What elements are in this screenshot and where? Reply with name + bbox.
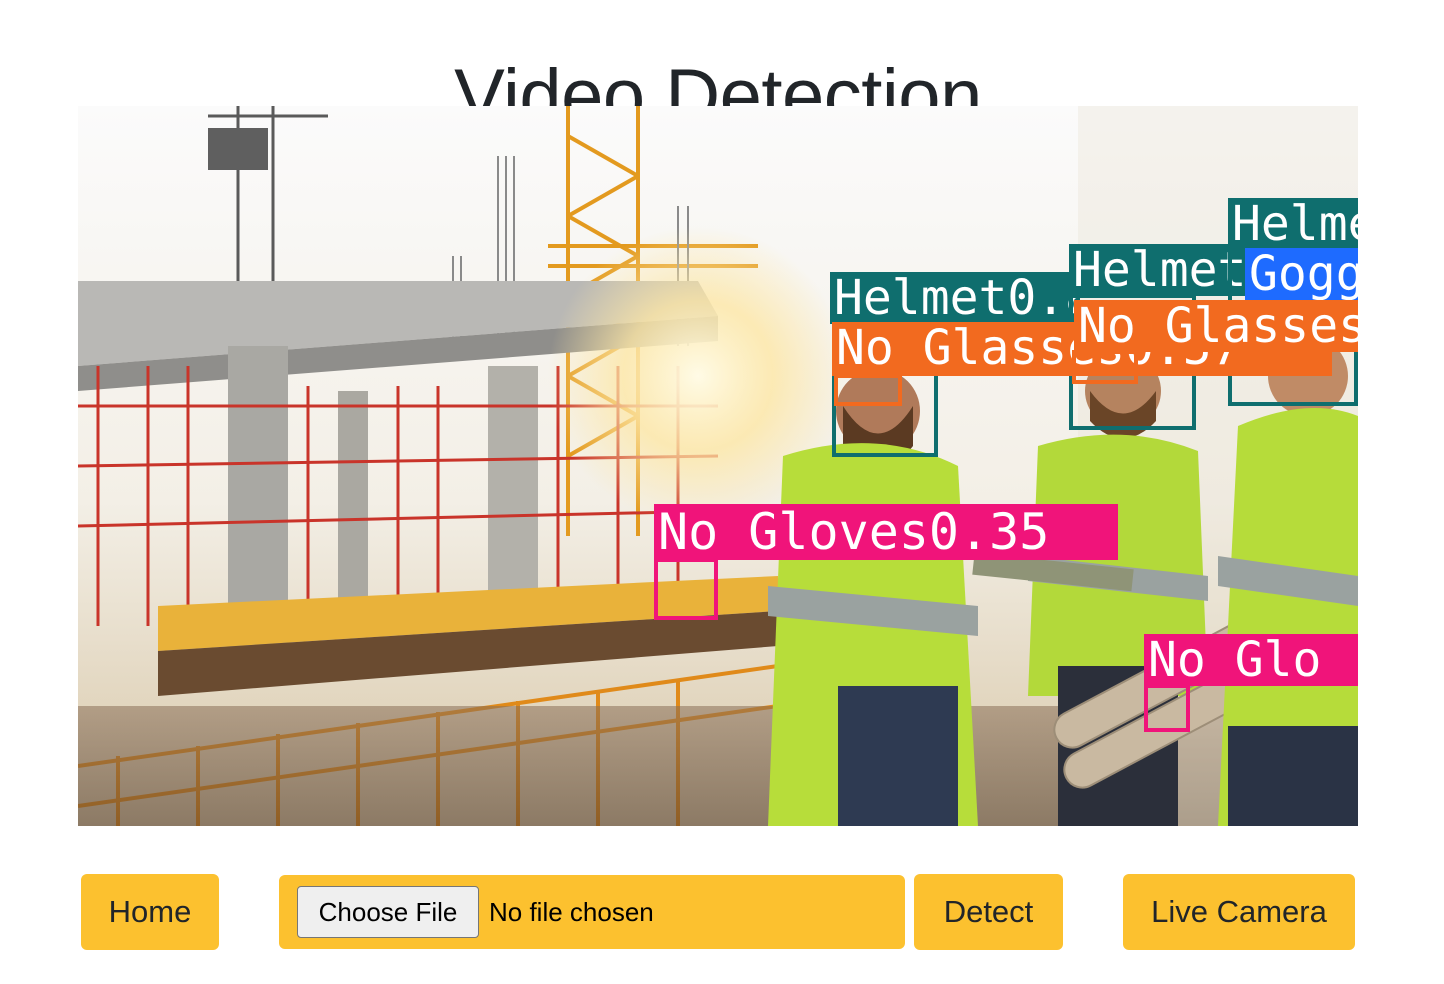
file-upload-field[interactable]: Choose File No file chosen xyxy=(279,875,905,949)
detection-box-no-glasses-2 xyxy=(1072,350,1138,384)
detect-button[interactable]: Detect xyxy=(914,874,1063,950)
detection-label-no-gloves-1: No Gloves0.35 xyxy=(654,504,1118,560)
detection-label-no-glasses-2: No Glasses xyxy=(1074,300,1358,352)
home-button[interactable]: Home xyxy=(81,874,219,950)
detection-box-no-gloves-2 xyxy=(1144,684,1190,732)
video-player[interactable]: Helmet0.87 Helmet Helmet Goggles No Glas… xyxy=(78,106,1358,826)
choose-file-button[interactable]: Choose File xyxy=(297,886,479,938)
detection-label-no-gloves-2: No Glo xyxy=(1144,634,1358,686)
file-status-text: No file chosen xyxy=(489,897,654,927)
detection-box-no-glasses-1 xyxy=(834,374,902,406)
detection-label-helmet-3: Helmet xyxy=(1228,198,1358,250)
detection-label-helmet-1: Helmet0.87 xyxy=(830,272,1080,324)
detection-box-no-gloves-1 xyxy=(654,558,718,620)
detection-label-helmet-2: Helmet xyxy=(1069,244,1249,296)
detection-label-goggles: Goggles xyxy=(1245,248,1358,300)
live-camera-button[interactable]: Live Camera xyxy=(1123,874,1355,950)
